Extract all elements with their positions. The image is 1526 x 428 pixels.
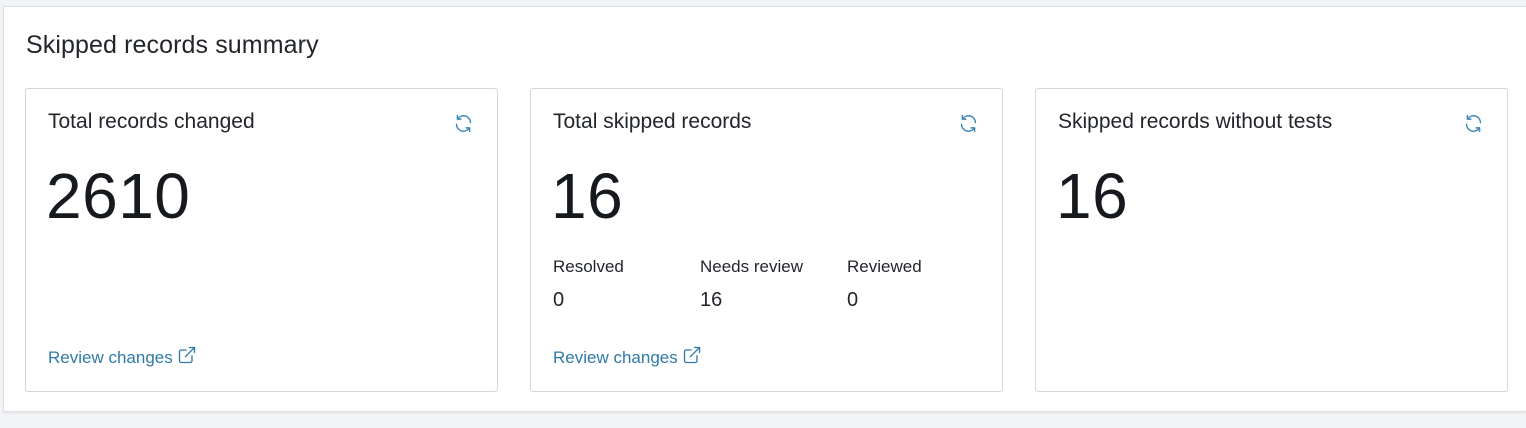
stat-label: Resolved: [553, 257, 624, 276]
card-title: Skipped records without tests: [1058, 110, 1333, 133]
external-link-icon: [177, 345, 197, 370]
card-title: Total records changed: [48, 110, 255, 133]
skipped-records-breakdown: Resolved 0 Needs review 16 Reviewed 0: [553, 257, 994, 312]
stat-reviewed: Reviewed 0: [847, 257, 994, 312]
skipped-records-without-tests-value: 16: [1056, 160, 1129, 232]
review-changes-link[interactable]: Review changes: [553, 345, 702, 370]
refresh-icon[interactable]: [957, 112, 979, 134]
link-label: Review changes: [48, 347, 173, 367]
card-total-skipped-records: Total skipped records 16 Resolved 0 Need…: [530, 88, 1003, 392]
refresh-icon[interactable]: [452, 112, 474, 134]
stat-label: Reviewed: [847, 257, 922, 276]
stat-value: 16: [700, 289, 723, 311]
stat-value: 0: [553, 289, 565, 311]
panel-title: Skipped records summary: [26, 31, 319, 59]
card-total-records-changed: Total records changed 2610 Review change…: [25, 88, 498, 392]
stat-resolved: Resolved 0: [553, 257, 700, 312]
review-changes-link[interactable]: Review changes: [48, 345, 197, 370]
link-label: Review changes: [553, 347, 678, 367]
card-skipped-records-without-tests: Skipped records without tests 16: [1035, 88, 1508, 392]
skipped-records-summary-panel: Skipped records summary Total records ch…: [3, 6, 1526, 412]
total-records-changed-value: 2610: [46, 160, 191, 232]
external-link-icon: [682, 345, 702, 370]
refresh-icon[interactable]: [1462, 112, 1484, 134]
stat-value: 0: [847, 289, 859, 311]
stat-needs-review: Needs review 16: [700, 257, 847, 312]
total-skipped-records-value: 16: [551, 160, 624, 232]
card-title: Total skipped records: [553, 110, 752, 133]
stat-label: Needs review: [700, 257, 803, 276]
